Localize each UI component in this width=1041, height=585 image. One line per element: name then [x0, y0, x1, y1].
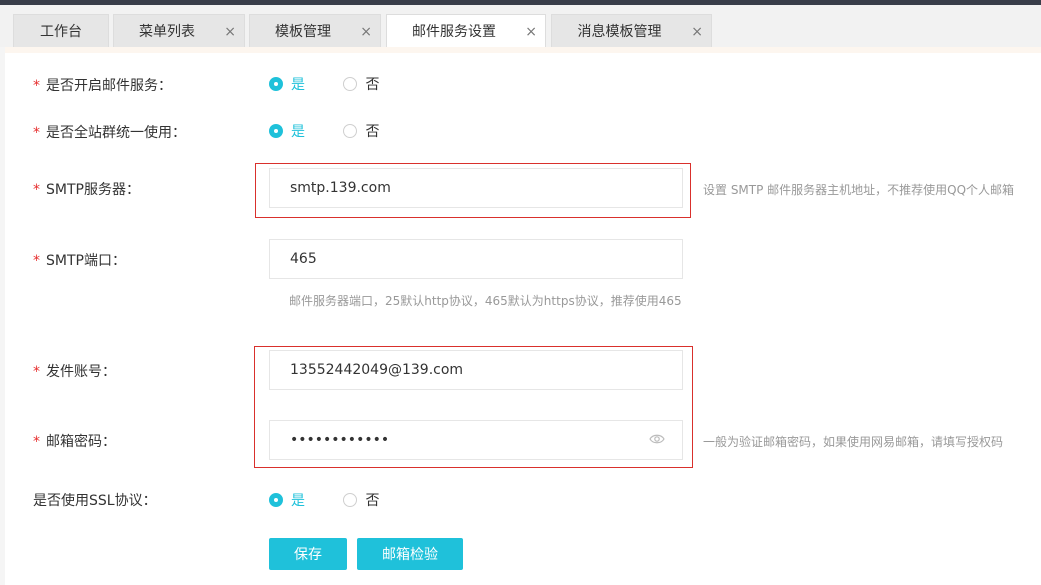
sender-account-label: * 发件账号： [33, 361, 116, 381]
global-use-label: * 是否全站群统一使用： [33, 122, 186, 142]
enable-mail-radio-group: 是 否 [269, 74, 413, 94]
tab-mail-service-settings[interactable]: 邮件服务设置 × [386, 14, 546, 50]
required-mark: * [33, 434, 40, 450]
global-use-radio-group: 是 否 [269, 121, 413, 141]
eye-icon[interactable] [649, 433, 665, 445]
radio-label: 是 [291, 493, 305, 509]
sender-account-input[interactable] [269, 350, 683, 390]
tab-bar: 工作台 菜单列表 × 模板管理 × 邮件服务设置 × 消息模板管理 × [0, 5, 1041, 50]
smtp-port-label: * SMTP端口： [33, 250, 126, 270]
required-mark: * [33, 182, 40, 198]
label-text: SMTP端口： [46, 253, 126, 269]
tab-label: 菜单列表 [139, 24, 195, 40]
radio-checked-icon [269, 493, 283, 507]
settings-form: * 是否开启邮件服务： 是 否 * 是否全站群统一使用： 是 否 * SMTP服务器：… [5, 47, 1041, 585]
use-ssl-label: 是否使用SSL协议： [33, 490, 157, 510]
mail-password-hint: 一般为验证邮箱密码，如果使用网易邮箱，请填写授权码 [703, 435, 1004, 449]
label-text: 是否全站群统一使用： [46, 125, 186, 141]
radio-label: 否 [365, 77, 380, 93]
use-ssl-no-radio[interactable]: 否 [343, 490, 379, 510]
smtp-port-input[interactable] [269, 239, 683, 279]
radio-label: 是 [291, 77, 305, 93]
radio-unchecked-icon [343, 124, 358, 138]
save-button[interactable]: 保存 [269, 538, 347, 570]
required-mark: * [33, 364, 40, 380]
use-ssl-radio-group: 是 否 [269, 490, 413, 510]
tab-label: 模板管理 [275, 24, 331, 40]
mail-password-label: * 邮箱密码： [33, 431, 116, 451]
close-icon[interactable]: × [360, 15, 372, 49]
tab-workbench[interactable]: 工作台 [13, 14, 109, 48]
tab-template-management[interactable]: 模板管理 × [249, 14, 381, 48]
tab-label: 工作台 [40, 24, 82, 40]
verify-mailbox-button[interactable]: 邮箱检验 [357, 538, 463, 570]
tab-message-template-management[interactable]: 消息模板管理 × [551, 14, 712, 48]
radio-label: 是 [291, 124, 305, 140]
smtp-server-input[interactable] [269, 168, 683, 208]
radio-checked-icon [269, 124, 283, 138]
required-mark: * [33, 253, 40, 269]
global-use-no-radio[interactable]: 否 [343, 121, 379, 141]
tab-menu-list[interactable]: 菜单列表 × [113, 14, 245, 48]
required-mark: * [33, 78, 40, 94]
tab-label: 邮件服务设置 [412, 24, 496, 40]
use-ssl-yes-radio[interactable]: 是 [269, 490, 305, 510]
label-text: SMTP服务器： [46, 182, 140, 198]
close-icon[interactable]: × [525, 15, 537, 49]
smtp-port-hint: 邮件服务器端口，25默认http协议，465默认为https协议，推荐使用465 [289, 294, 682, 308]
divider [5, 47, 1041, 53]
label-text: 是否开启邮件服务： [46, 78, 172, 94]
label-text: 邮箱密码： [46, 434, 116, 450]
close-icon[interactable]: × [224, 15, 236, 49]
radio-unchecked-icon [343, 77, 358, 91]
smtp-server-hint: 设置 SMTP 邮件服务器主机地址，不推荐使用QQ个人邮箱 [703, 183, 1015, 197]
enable-mail-label: * 是否开启邮件服务： [33, 75, 172, 95]
radio-checked-icon [269, 77, 283, 91]
global-use-yes-radio[interactable]: 是 [269, 121, 305, 141]
required-mark: * [33, 125, 40, 141]
label-text: 是否使用SSL协议： [33, 493, 157, 509]
enable-mail-yes-radio[interactable]: 是 [269, 74, 305, 94]
tab-label: 消息模板管理 [577, 24, 662, 40]
radio-unchecked-icon [343, 493, 358, 507]
label-text: 发件账号： [46, 364, 116, 380]
smtp-server-label: * SMTP服务器： [33, 179, 140, 199]
radio-label: 否 [365, 493, 380, 509]
radio-label: 否 [365, 124, 380, 140]
enable-mail-no-radio[interactable]: 否 [343, 74, 379, 94]
mail-password-input[interactable] [269, 420, 683, 460]
close-icon[interactable]: × [691, 15, 703, 49]
